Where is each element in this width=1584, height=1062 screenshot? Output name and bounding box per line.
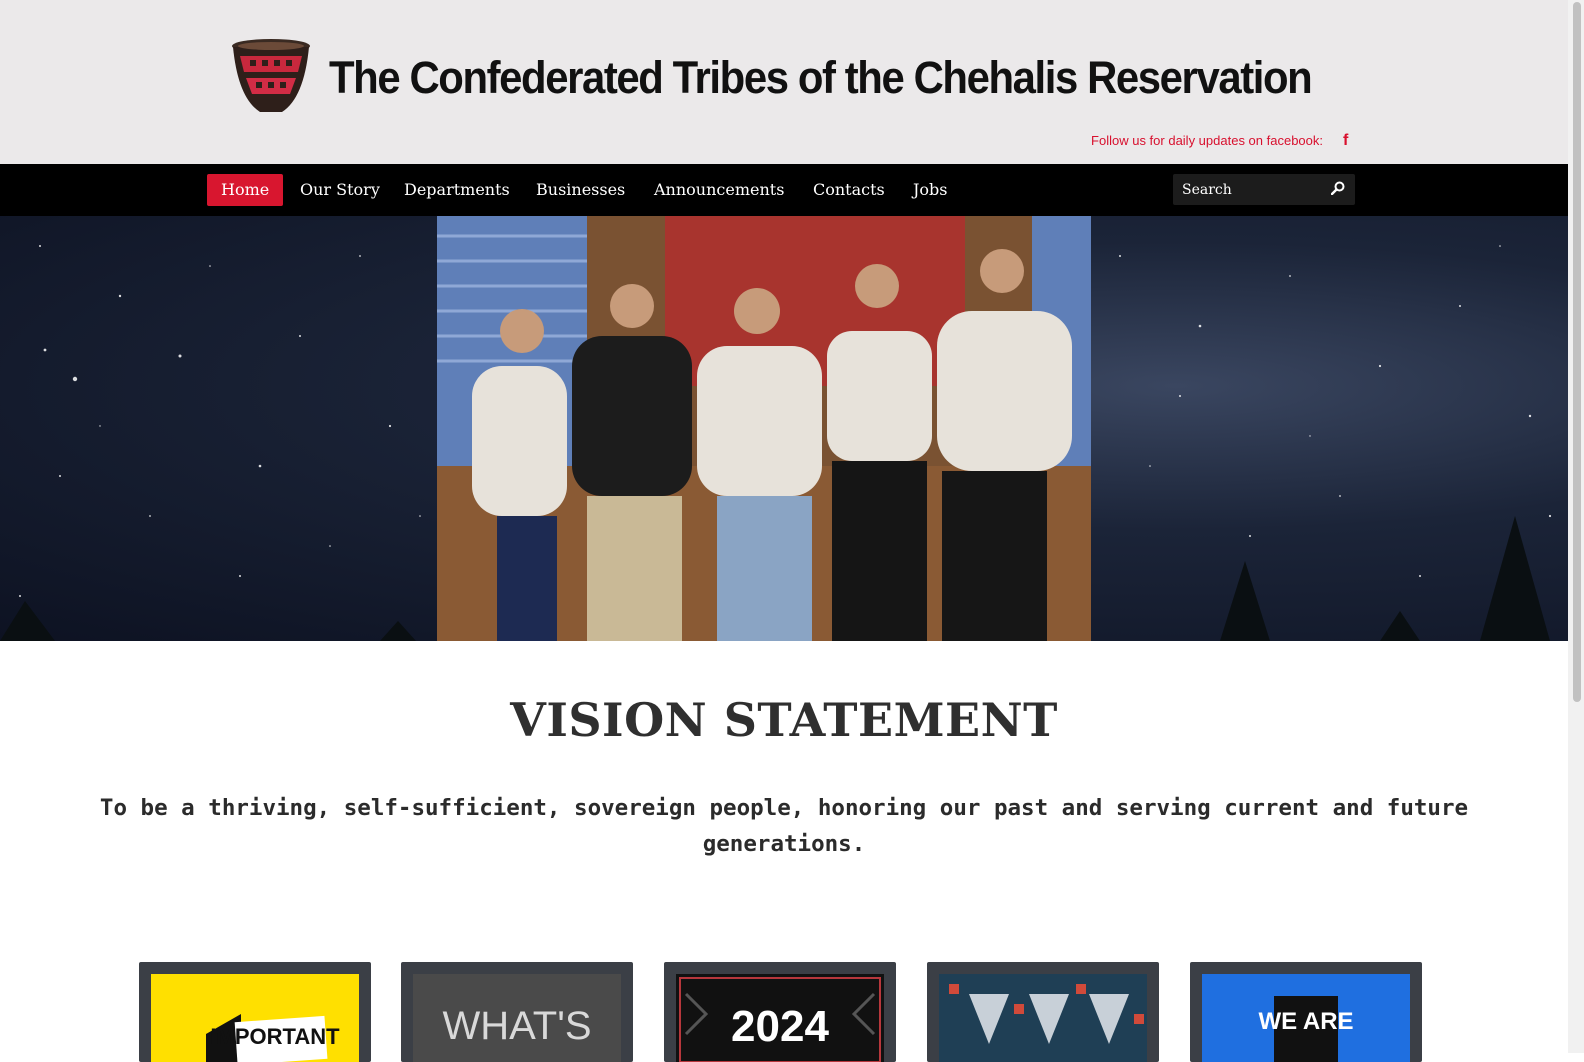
group-photo-illustration bbox=[437, 216, 1091, 641]
nav-item-departments[interactable]: Departments bbox=[390, 174, 524, 206]
site-header: The Confederated Tribes of the Chehalis … bbox=[0, 0, 1568, 164]
card-important[interactable]: IMPORTANT bbox=[139, 962, 371, 1062]
nav-item-businesses[interactable]: Businesses bbox=[522, 174, 639, 206]
card-label: WHAT'S bbox=[442, 1004, 592, 1048]
vision-title: VISION STATEMENT bbox=[510, 693, 1058, 747]
facebook-icon[interactable]: f bbox=[1343, 132, 1348, 150]
nav-item-our-story[interactable]: Our Story bbox=[286, 174, 394, 206]
hero-photo bbox=[437, 216, 1091, 641]
card-label: IMPORTANT bbox=[210, 1024, 340, 1049]
card-pattern[interactable] bbox=[927, 962, 1159, 1062]
card-label: WE ARE bbox=[1258, 1008, 1354, 1035]
vision-text: To be a thriving, self-sufficient, sover… bbox=[99, 795, 1469, 857]
search-box bbox=[1173, 174, 1355, 205]
main-nav: Home Our Story Departments Businesses An… bbox=[0, 164, 1568, 216]
search-input[interactable] bbox=[1173, 174, 1332, 205]
card-label: 2024 bbox=[731, 1002, 829, 1051]
nav-item-jobs[interactable]: Jobs bbox=[899, 174, 962, 206]
facebook-follow-text: Follow us for daily updates on facebook: bbox=[1091, 133, 1323, 148]
card-thumbnail[interactable] bbox=[939, 974, 1147, 1062]
hero-banner bbox=[0, 216, 1568, 641]
card-2024[interactable]: 2024 bbox=[664, 962, 896, 1062]
card-we-are[interactable]: WE ARE bbox=[1190, 962, 1422, 1062]
card-whats[interactable]: WHAT'S bbox=[401, 962, 633, 1062]
card-thumbnail[interactable]: WE ARE bbox=[1202, 974, 1410, 1062]
card-thumbnail[interactable]: IMPORTANT bbox=[151, 974, 359, 1062]
tribal-pattern-art bbox=[949, 984, 1144, 1044]
search-icon[interactable] bbox=[1331, 181, 1345, 195]
nav-item-announcements[interactable]: Announcements bbox=[640, 174, 798, 206]
card-thumbnail[interactable]: WHAT'S bbox=[413, 974, 621, 1062]
page-scrollbar[interactable] bbox=[1568, 0, 1584, 1053]
scrollbar-thumb[interactable] bbox=[1573, 2, 1581, 702]
site-title[interactable]: The Confederated Tribes of the Chehalis … bbox=[329, 52, 1313, 104]
nav-item-contacts[interactable]: Contacts bbox=[799, 174, 899, 206]
nav-item-home[interactable]: Home bbox=[207, 174, 284, 206]
card-thumbnail[interactable]: 2024 bbox=[676, 974, 884, 1062]
basket-logo-icon[interactable] bbox=[230, 38, 312, 114]
